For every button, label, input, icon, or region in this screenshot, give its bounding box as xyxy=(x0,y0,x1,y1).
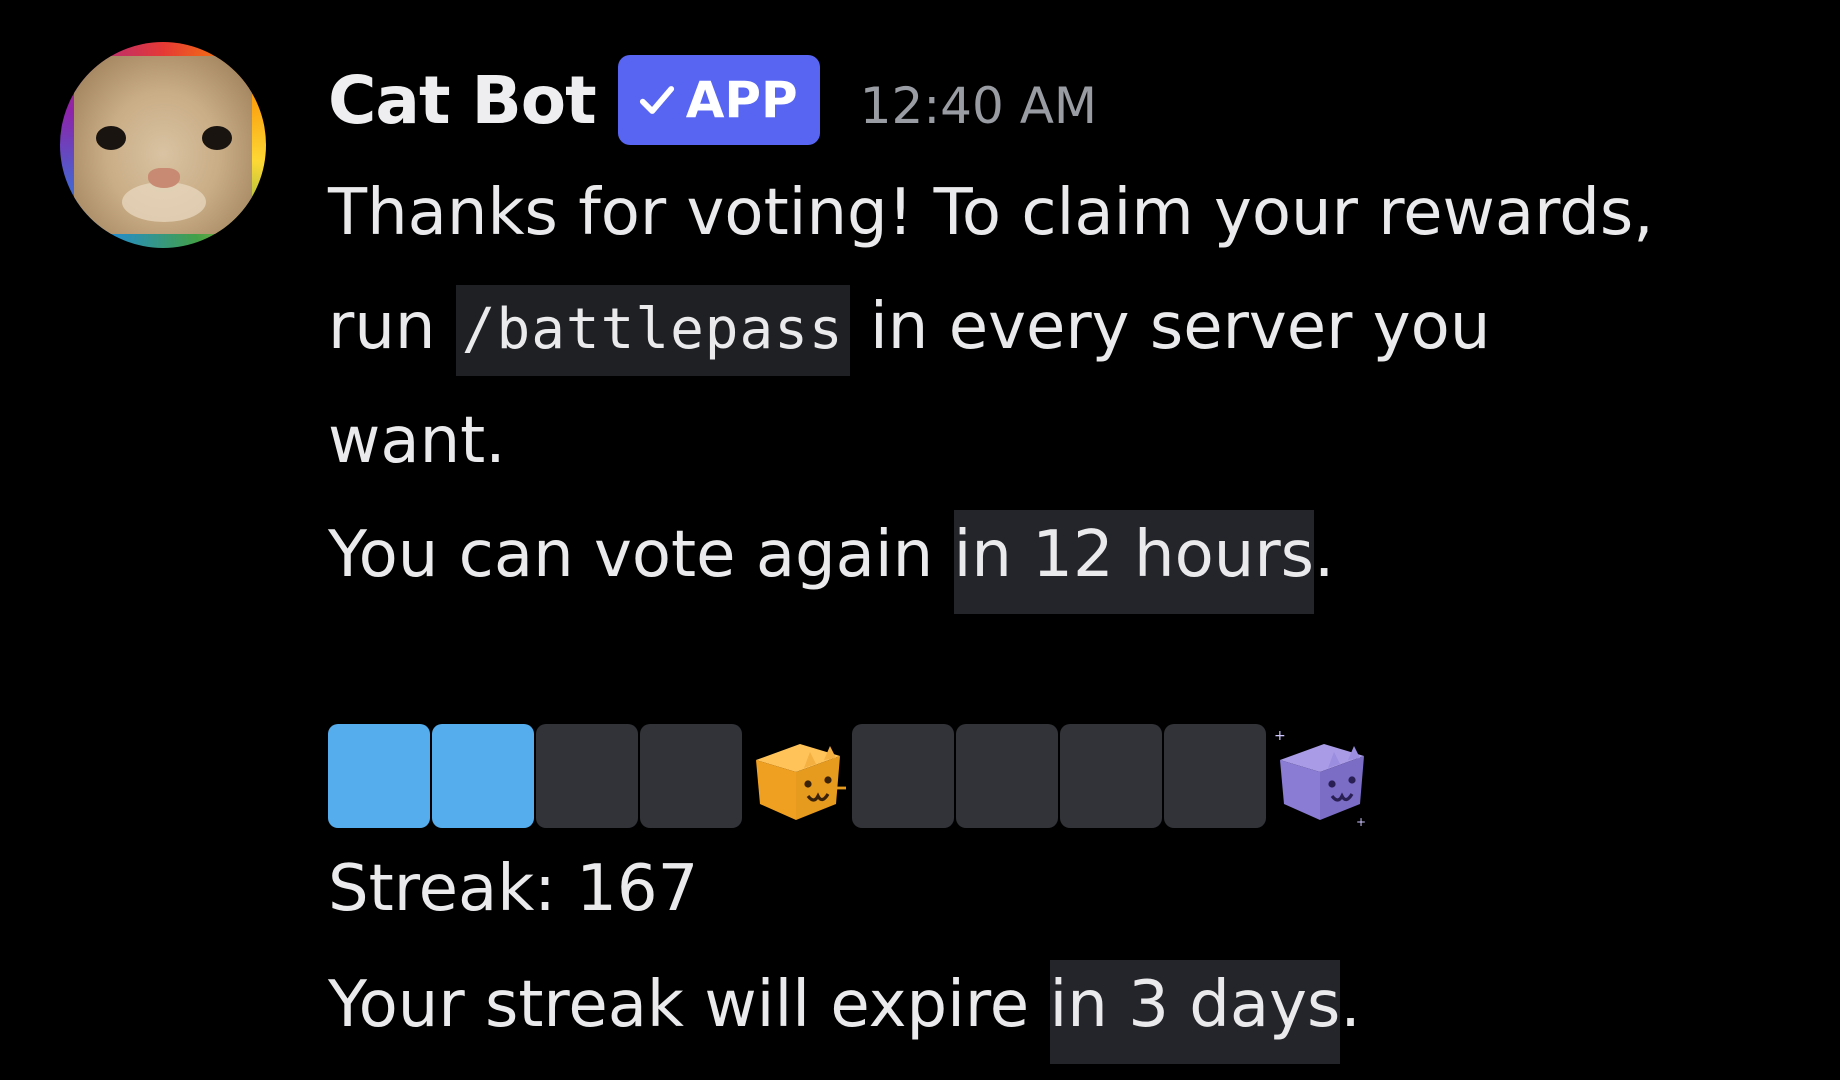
purple-cat-box-icon: + + xyxy=(1274,728,1366,828)
message-line-4: You can vote again in 12 hours. xyxy=(328,498,1808,614)
verified-check-icon xyxy=(639,86,674,114)
progress-segment-empty xyxy=(640,724,742,828)
vote-timer-highlight[interactable]: in 12 hours xyxy=(953,510,1314,614)
vote-again-prefix: You can vote again xyxy=(328,518,954,592)
progress-segment-empty xyxy=(956,724,1058,828)
message-line-3: want. xyxy=(328,404,506,478)
progress-segment-empty xyxy=(852,724,954,828)
avatar-muzzle xyxy=(122,182,206,222)
battlepass-command[interactable]: /battlepass xyxy=(455,285,850,376)
progress-segment-filled xyxy=(328,724,430,828)
message-line-2: run /battlepass in every server you xyxy=(328,270,1808,384)
app-badge-label: APP xyxy=(685,71,798,129)
message-line-1: Thanks for voting! To claim your rewards… xyxy=(328,176,1654,250)
streak-count: Streak: 167 xyxy=(328,852,699,926)
progress-segment-empty xyxy=(536,724,638,828)
svg-text:+: + xyxy=(1274,728,1286,744)
streak-expiry-line: Your streak will expire in 3 days. xyxy=(328,948,1361,1064)
chat-message: Cat Bot APP 12:40 AM Thanks for voting! … xyxy=(0,0,1840,1080)
message-header: Cat Bot APP 12:40 AM xyxy=(328,52,1097,148)
expire-prefix: Your streak will expire xyxy=(328,968,1050,1042)
expire-timer-highlight[interactable]: in 3 days xyxy=(1049,960,1341,1064)
avatar-eye-left xyxy=(96,126,126,150)
line-2-suffix: in every server you xyxy=(849,290,1491,364)
vote-again-suffix: . xyxy=(1313,518,1335,592)
app-badge[interactable]: APP xyxy=(617,55,820,145)
avatar-nose xyxy=(148,168,180,188)
streak-progress-bar: + + xyxy=(328,722,1376,830)
message-content: Thanks for voting! To claim your rewards… xyxy=(328,156,1808,614)
progress-segment-empty xyxy=(1164,724,1266,828)
bot-avatar[interactable] xyxy=(60,42,266,248)
author-name[interactable]: Cat Bot xyxy=(328,62,597,139)
avatar-eye-right xyxy=(202,126,232,150)
progress-segment-empty xyxy=(1060,724,1162,828)
message-timestamp[interactable]: 12:40 AM xyxy=(860,77,1097,135)
svg-text:+: + xyxy=(1356,815,1366,828)
cat-avatar-icon xyxy=(74,56,252,234)
line-2-prefix: run xyxy=(328,290,456,364)
gold-cat-box-icon xyxy=(756,744,846,820)
expire-suffix: . xyxy=(1340,968,1361,1042)
progress-segment-filled xyxy=(432,724,534,828)
